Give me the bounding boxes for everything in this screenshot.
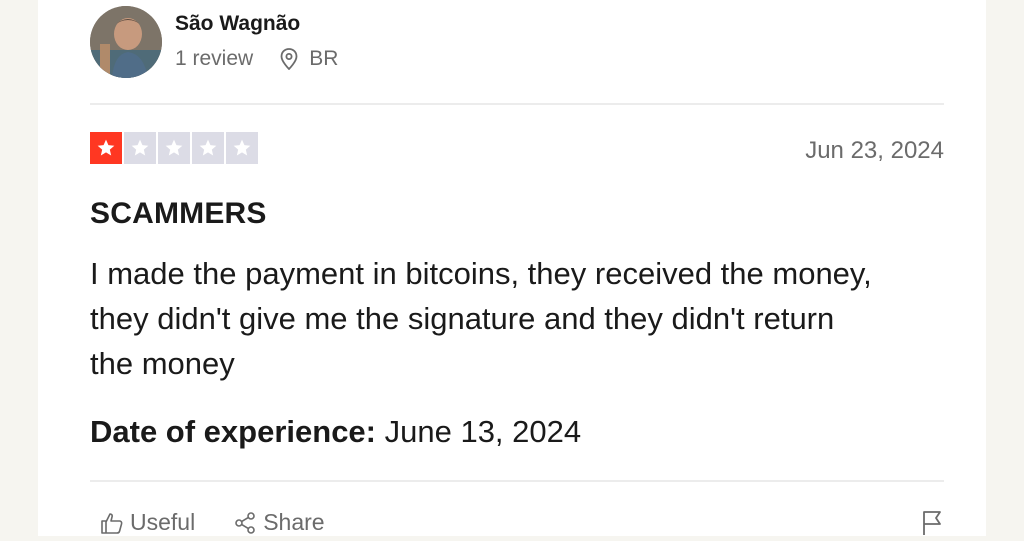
review-actions: Useful Share xyxy=(100,509,363,536)
divider xyxy=(90,103,944,105)
star-4 xyxy=(192,132,224,164)
date-of-experience: Date of experience: June 13, 2024 xyxy=(90,414,581,450)
star-icon xyxy=(165,139,183,156)
star-2 xyxy=(124,132,156,164)
avatar-image xyxy=(90,6,162,78)
location-pin-icon xyxy=(280,48,298,70)
flag-icon xyxy=(923,511,941,535)
share-label: Share xyxy=(263,509,325,535)
share-button[interactable]: Share xyxy=(233,509,325,536)
share-icon xyxy=(235,511,256,534)
review-date: Jun 23, 2024 xyxy=(805,137,944,164)
report-button[interactable] xyxy=(920,510,944,541)
star-icon xyxy=(233,139,251,156)
review-body: I made the payment in bitcoins, they rec… xyxy=(90,256,872,381)
reviewer-country: BR xyxy=(309,47,339,70)
review-card-content: São Wagnão 1 review BR Jun 23, 2024 SCAM… xyxy=(90,0,944,536)
experience-date: June 13, 2024 xyxy=(376,414,582,449)
review-card: São Wagnão 1 review BR Jun 23, 2024 SCAM… xyxy=(38,0,986,536)
useful-label: Useful xyxy=(130,509,196,535)
experience-label: Date of experience: xyxy=(90,414,376,449)
star-3 xyxy=(158,132,190,164)
useful-button[interactable]: Useful xyxy=(100,509,195,536)
reviewer-name[interactable]: São Wagnão xyxy=(175,12,300,36)
star-icon xyxy=(199,139,217,156)
thumbs-up-icon xyxy=(101,512,123,534)
star-1 xyxy=(90,132,122,164)
divider xyxy=(90,480,944,482)
review-count: 1 review xyxy=(175,47,254,70)
avatar[interactable] xyxy=(90,6,162,78)
reviewer-meta: 1 review BR xyxy=(175,47,338,71)
star-rating xyxy=(90,132,258,164)
review-title[interactable]: SCAMMERS xyxy=(90,197,267,231)
star-icon xyxy=(131,139,149,156)
star-icon xyxy=(97,139,115,156)
star-5 xyxy=(226,132,258,164)
